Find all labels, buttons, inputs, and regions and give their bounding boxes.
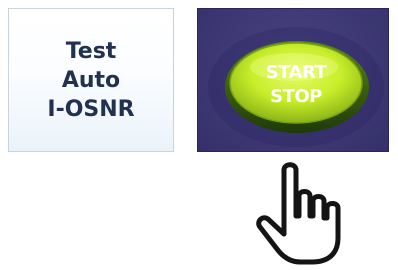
test-auto-line-2: Auto bbox=[61, 67, 121, 93]
test-auto-line-1: Test bbox=[65, 38, 117, 64]
test-auto-line-3: I-OSNR bbox=[47, 96, 135, 122]
device-panel: START STOP bbox=[197, 8, 389, 152]
hand-pointer-icon bbox=[256, 162, 341, 265]
test-auto-iosnr-button[interactable]: Test Auto I-OSNR bbox=[8, 8, 174, 152]
start-stop-graphic: START STOP bbox=[208, 27, 384, 147]
start-stop-button[interactable]: START STOP bbox=[225, 41, 369, 133]
stop-label: STOP bbox=[270, 86, 322, 107]
start-label: START bbox=[266, 62, 328, 83]
test-auto-iosnr-label: Test Auto I-OSNR bbox=[47, 37, 134, 124]
